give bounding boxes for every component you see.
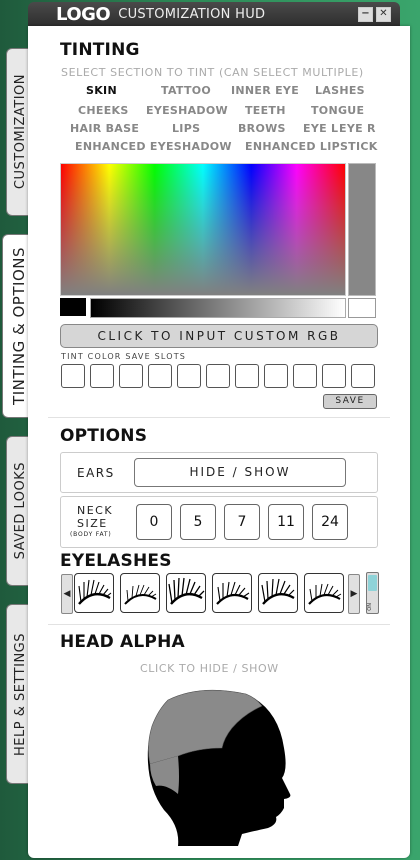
section-lips[interactable]: LIPS — [172, 122, 200, 135]
lash-2-icon — [124, 584, 157, 605]
tab-help-settings-label: HELP & SETTINGS — [12, 632, 28, 756]
grayscale-bar[interactable] — [90, 298, 346, 318]
lash-style-2[interactable] — [120, 573, 160, 613]
save-slot-2[interactable] — [90, 364, 114, 388]
minimize-button[interactable]: − — [358, 7, 373, 22]
neck-label: NECK — [77, 504, 114, 517]
neck-size-24-button[interactable]: 24 — [312, 504, 348, 540]
section-eyeshadow[interactable]: EYESHADOW — [146, 104, 228, 117]
head-alpha-hint: CLICK TO HIDE / SHOW — [140, 662, 279, 675]
lash-style-1[interactable] — [74, 573, 114, 613]
tab-customization-label: CUSTOMIZATION — [12, 74, 28, 190]
color-spectrum-picker[interactable] — [60, 163, 346, 296]
size-label: SIZE — [77, 517, 108, 530]
section-enhanced-lipstick[interactable]: ENHANCED LIPSTICK — [245, 140, 378, 153]
section-tattoo[interactable]: TATTOO — [161, 84, 211, 97]
tinting-hint: SELECT SECTION TO TINT (CAN SELECT MULTI… — [61, 66, 364, 79]
save-slot-1[interactable] — [61, 364, 85, 388]
lash-style-3[interactable] — [166, 573, 206, 613]
save-slot-7[interactable] — [235, 364, 259, 388]
main-panel: TINTING SELECT SECTION TO TINT (CAN SELE… — [28, 26, 410, 858]
lash-style-6[interactable] — [304, 573, 344, 613]
save-slot-8[interactable] — [264, 364, 288, 388]
custom-rgb-button[interactable]: CLICK TO INPUT CUSTOM RGB — [60, 324, 378, 348]
color-value-slider[interactable] — [348, 163, 376, 296]
black-swatch[interactable] — [60, 298, 86, 316]
save-slot-4[interactable] — [148, 364, 172, 388]
section-tongue[interactable]: TONGUE — [311, 104, 364, 117]
lash-5-icon — [261, 578, 295, 605]
lash-style-5[interactable] — [258, 573, 298, 613]
window-title: CUSTOMIZATION HUD — [118, 6, 266, 22]
lash-prev-button[interactable]: ◀ — [61, 574, 73, 614]
neck-size-11-button[interactable]: 11 — [268, 504, 304, 540]
lash-6-icon — [308, 583, 342, 605]
lash-next-button[interactable]: ▶ — [348, 574, 360, 614]
section-cheeks[interactable]: CHEEKS — [78, 104, 129, 117]
ears-label: EARS — [77, 466, 115, 480]
head-alpha-title: HEAD ALPHA — [60, 632, 185, 652]
save-slot-3[interactable] — [119, 364, 143, 388]
toggle-on-label: ON — [367, 603, 373, 611]
divider — [48, 624, 390, 625]
lash-toggle[interactable]: ON — [366, 572, 379, 614]
window-titlebar[interactable]: LOGO CUSTOMIZATION HUD − ✕ — [28, 2, 400, 26]
section-eye-l[interactable]: EYE L — [303, 122, 338, 135]
neck-size-7-button[interactable]: 7 — [224, 504, 260, 540]
save-slot-5[interactable] — [177, 364, 201, 388]
neck-sublabel: (BODY FAT) — [70, 531, 112, 538]
toggle-knob — [368, 575, 377, 591]
section-eye-r[interactable]: EYE R — [339, 122, 376, 135]
ears-hide-show-button[interactable]: HIDE / SHOW — [134, 458, 346, 487]
save-slot-11[interactable] — [351, 364, 375, 388]
lash-1-icon — [78, 579, 112, 605]
section-brows[interactable]: BROWS — [238, 122, 286, 135]
section-hair-base[interactable]: HAIR BASE — [70, 122, 139, 135]
lash-4-icon — [216, 581, 250, 605]
tinting-title: TINTING — [60, 40, 140, 60]
options-title: OPTIONS — [60, 426, 148, 446]
section-skin[interactable]: SKIN — [86, 84, 117, 97]
close-button[interactable]: ✕ — [376, 7, 391, 22]
tab-tinting-options-label: TINTING & OPTIONS — [10, 247, 28, 405]
save-slot-10[interactable] — [322, 364, 346, 388]
neck-size-0-button[interactable]: 0 — [136, 504, 172, 540]
logo: LOGO — [56, 3, 111, 25]
save-color-button[interactable]: SAVE — [323, 394, 377, 409]
neck-size-5-button[interactable]: 5 — [180, 504, 216, 540]
divider — [48, 417, 390, 418]
lash-style-4[interactable] — [212, 573, 252, 613]
eyelashes-title: EYELASHES — [60, 551, 172, 571]
head-silhouette-icon[interactable] — [138, 686, 298, 846]
tab-saved-looks-label: SAVED LOOKS — [12, 462, 28, 560]
save-slot-6[interactable] — [206, 364, 230, 388]
section-inner-eye[interactable]: INNER EYE — [231, 84, 299, 97]
save-slot-9[interactable] — [293, 364, 317, 388]
lash-3-icon — [168, 577, 205, 605]
section-enhanced-eyeshadow[interactable]: ENHANCED EYESHADOW — [75, 140, 232, 153]
save-slots-label: TINT COLOR SAVE SLOTS — [61, 352, 187, 361]
white-swatch[interactable] — [348, 298, 376, 318]
section-lashes[interactable]: LASHES — [315, 84, 365, 97]
section-teeth[interactable]: TEETH — [245, 104, 286, 117]
